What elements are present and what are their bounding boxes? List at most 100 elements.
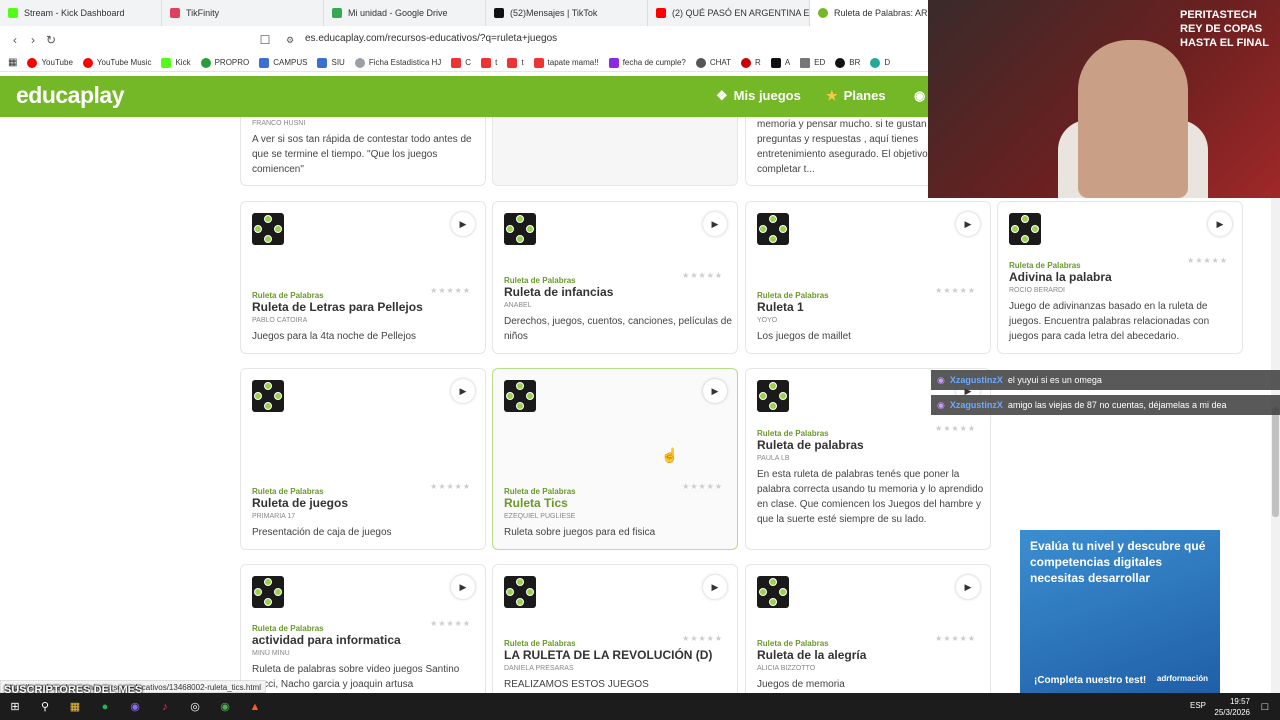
card-ruleta-letras-pellejos[interactable]: ▶ Ruleta de Palabras ★★★★★ Ruleta de Let… [240, 201, 486, 354]
back-icon[interactable]: ‹ [6, 33, 24, 47]
card-top-2[interactable] [492, 117, 738, 186]
language-indicator[interactable]: ESP [1190, 701, 1206, 710]
card-author: EZEQUIEL PUGLIESE [504, 513, 576, 520]
card-title[interactable]: Ruleta 1 [757, 300, 982, 314]
card-title[interactable]: Ruleta Tics [504, 496, 729, 510]
bookmark-chat[interactable]: CHAT [695, 57, 731, 68]
youtube-icon [481, 57, 492, 68]
card-title[interactable]: Ruleta de Letras para Pellejos [252, 300, 477, 314]
card-title[interactable]: Ruleta de la alegría [757, 648, 982, 662]
card-title[interactable]: LA RULETA DE LA REVOLUCIÓN (D) [504, 648, 729, 662]
youtube-icon [656, 8, 666, 18]
chat-text: amigo las viejas de 87 no cuentas, déjam… [1007, 400, 1227, 410]
tab-tiktok[interactable]: (52)Mensajes | TikTok [486, 0, 648, 26]
card-category: Ruleta de Palabras [252, 624, 324, 633]
bookmark-ficha[interactable]: Ficha Estadistica HJ [354, 57, 441, 68]
card-ruleta-infancias[interactable]: ▶ Ruleta de Palabras ★★★★★ Ruleta de inf… [492, 201, 738, 354]
ad-cta[interactable]: ¡Completa nuestro test! [1034, 675, 1146, 687]
ad-text: Evalúa tu nivel y descubre qué [1030, 539, 1206, 553]
roulette-thumbnail [757, 380, 789, 412]
card-description: REALIZAMOS ESTOS JUEGOS [504, 679, 649, 690]
user-menu-icon[interactable]: ◉ [914, 88, 925, 104]
search-icon[interactable]: ⚲ [30, 693, 60, 720]
site-info-icon[interactable]: ⚙ [281, 35, 299, 46]
play-button[interactable]: ▶ [703, 212, 727, 236]
card-category: Ruleta de Palabras [252, 487, 324, 496]
tiktok-icon[interactable]: ♪ [150, 693, 180, 720]
nav-planes[interactable]: ★ Planes [826, 88, 886, 104]
card-title[interactable]: Ruleta de juegos [252, 496, 477, 510]
card-title[interactable]: Ruleta de palabras [757, 438, 982, 452]
url-field[interactable]: es.educaplay.com/recursos-educativos/?q=… [305, 33, 557, 44]
play-button[interactable]: ▶ [956, 575, 980, 599]
card-adivina-palabra[interactable]: ▶ Ruleta de Palabras ★★★★★ Adivina la pa… [997, 201, 1243, 354]
bookmark-d[interactable]: D [870, 57, 890, 68]
tab-kick-dashboard[interactable]: Stream - Kick Dashboard [0, 0, 162, 26]
scrollbar-thumb[interactable] [1272, 407, 1279, 517]
card-actividad-informatica[interactable]: ▶ Ruleta de Palabras ★★★★★ actividad par… [240, 564, 486, 693]
card-top-1[interactable]: FRANCO HUSNI A ver si sos tan rápida de … [240, 117, 486, 186]
reload-icon[interactable]: ↻ [42, 33, 60, 47]
bookmark-icon[interactable]: ☐ [256, 33, 274, 47]
card-ruleta-1[interactable]: ▶ Ruleta de Palabras ★★★★★ Ruleta 1 YOYO… [745, 201, 991, 354]
app-icon[interactable]: ◉ [120, 693, 150, 720]
bookmark-t2[interactable]: t [507, 57, 524, 68]
roulette-thumbnail [252, 213, 284, 245]
card-ruleta-juegos[interactable]: ▶ Ruleta de Palabras ★★★★★ Ruleta de jue… [240, 368, 486, 550]
brave-icon[interactable]: ▲ [240, 693, 270, 720]
tab-tikfinity[interactable]: TikFinity [162, 0, 324, 26]
card-ruleta-alegria[interactable]: ▶ Ruleta de Palabras ★★★★★ Ruleta de la … [745, 564, 991, 693]
file-explorer-icon[interactable]: ▦ [60, 693, 90, 720]
bookmark-label: t [521, 58, 524, 67]
play-button[interactable]: ▶ [451, 379, 475, 403]
bookmark-siu[interactable]: SIU [317, 57, 345, 68]
bookmark-a[interactable]: A [770, 57, 790, 68]
ad-banner[interactable]: Evalúa tu nivel y descubre qué competenc… [1020, 530, 1220, 693]
card-description: Presentación de caja de juegos [252, 527, 392, 538]
bookmark-campus[interactable]: CAMPUS [259, 57, 307, 68]
rating-stars: ★★★★★ [430, 482, 471, 491]
propro-icon [200, 57, 211, 68]
play-button[interactable]: ▶ [451, 575, 475, 599]
bookmark-t1[interactable]: t [481, 57, 497, 68]
bookmark-cumple[interactable]: fecha de cumple? [608, 57, 686, 68]
educaplay-icon [818, 8, 828, 18]
play-button[interactable]: ▶ [703, 575, 727, 599]
bookmark-kick[interactable]: Kick [161, 57, 191, 68]
card-description: Ruleta de palabras sobre video juegos Sa… [252, 664, 460, 690]
play-button[interactable]: ▶ [451, 212, 475, 236]
play-button[interactable]: ▶ [1208, 212, 1232, 236]
card-description: Juegos para la 4ta noche de Pellejos [252, 331, 417, 342]
bookmark-label: tapate mama!! [547, 58, 599, 67]
bookmark-r[interactable]: R [741, 57, 761, 68]
card-title[interactable]: Ruleta de infancias [504, 285, 729, 299]
bookmark-propro[interactable]: PROPRO [200, 57, 249, 68]
apps-icon[interactable]: ▦ [8, 57, 17, 68]
spotify-icon[interactable]: ● [90, 693, 120, 720]
card-ruleta-tics[interactable]: ▶ Ruleta de Palabras ★★★★★ Ruleta Tics E… [492, 368, 738, 550]
bookmark-youtube-music[interactable]: YouTube Music [82, 57, 151, 68]
forward-icon[interactable]: › [24, 33, 42, 47]
bookmark-ed[interactable]: ED [800, 57, 825, 68]
clock[interactable]: 19:57 25/3/2026 [1214, 696, 1250, 718]
nav-mis-juegos[interactable]: ❖ Mis juegos [716, 88, 801, 104]
bookmark-br[interactable]: BR [835, 57, 860, 68]
obs-icon[interactable]: ◎ [180, 693, 210, 720]
card-ruleta-revolucion[interactable]: ▶ Ruleta de Palabras ★★★★★ LA RULETA DE … [492, 564, 738, 693]
bookmark-youtube[interactable]: YouTube [27, 57, 73, 68]
bookmark-c[interactable]: C [451, 57, 471, 68]
card-author: ANABEL [504, 302, 532, 309]
card-title[interactable]: Adivina la palabra [1009, 270, 1234, 284]
roulette-thumbnail [504, 380, 536, 412]
educaplay-logo[interactable]: educaplay [16, 82, 125, 109]
bookmark-tapate[interactable]: tapate mama!! [533, 57, 599, 68]
windows-start-icon[interactable]: ⊞ [0, 693, 30, 720]
tab-google-drive[interactable]: Mi unidad - Google Drive [324, 0, 486, 26]
play-button[interactable]: ▶ [703, 379, 727, 403]
nav-label: Planes [843, 88, 886, 103]
notifications-icon[interactable]: □ [1250, 693, 1280, 720]
card-title[interactable]: actividad para informatica [252, 633, 477, 647]
tab-youtube[interactable]: (2) QUÉ PASÓ EN ARGENTINA EN FE [648, 0, 810, 26]
play-button[interactable]: ▶ [956, 212, 980, 236]
chrome-icon[interactable]: ◉ [210, 693, 240, 720]
